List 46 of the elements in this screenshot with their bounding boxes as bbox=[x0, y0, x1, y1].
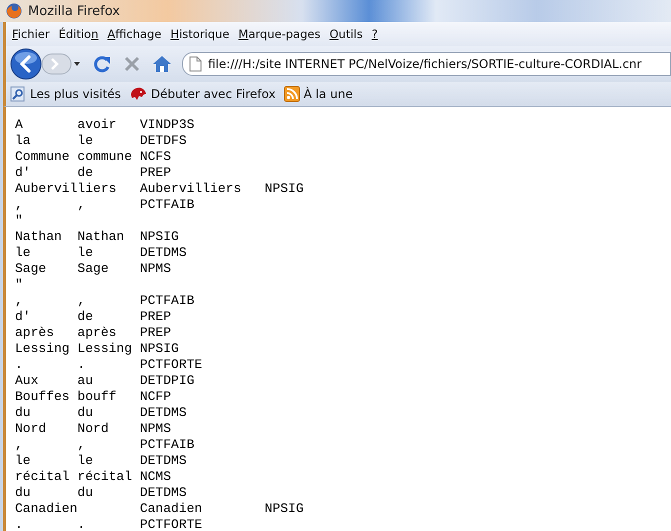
menu-item[interactable]: Affichage bbox=[107, 27, 162, 41]
text-line: Commune commune NCFS bbox=[15, 149, 172, 165]
menu-item[interactable]: Marque-pages bbox=[238, 27, 320, 41]
text-line: du du DETDMS bbox=[15, 405, 187, 421]
text-line: , , PCTFAIB bbox=[15, 437, 194, 453]
text-line: le le DETDMS bbox=[15, 453, 187, 469]
back-button[interactable] bbox=[10, 48, 42, 80]
text-line: A avoir VINDP3S bbox=[15, 117, 194, 133]
page-icon bbox=[189, 56, 202, 72]
text-line: Sage Sage NPMS bbox=[15, 261, 172, 277]
creature-icon bbox=[128, 86, 147, 102]
text-line: Aubervilliers Aubervilliers NPSIG bbox=[15, 181, 304, 197]
text-line: après après PREP bbox=[15, 325, 172, 341]
text-line: Bouffes bouff NCFP bbox=[15, 389, 172, 405]
text-line: récital récital NCMS bbox=[15, 469, 172, 485]
text-line: d' de PREP bbox=[15, 165, 172, 181]
menu-item[interactable]: Fichier bbox=[12, 27, 50, 41]
home-button[interactable] bbox=[152, 54, 172, 74]
text-line: le le DETDMS bbox=[15, 245, 187, 261]
text-line: Nathan Nathan NPSIG bbox=[15, 229, 179, 245]
bookmark-item[interactable]: Débuter avec Firefox bbox=[128, 86, 276, 102]
menu-item[interactable]: Outils bbox=[329, 27, 363, 41]
magnifier-icon bbox=[10, 86, 26, 102]
text-line: Lessing Lessing NPSIG bbox=[15, 341, 179, 357]
rss-icon bbox=[284, 86, 300, 102]
text-line: . . PCTFORTE bbox=[15, 357, 202, 373]
menu-item[interactable]: Historique bbox=[170, 27, 230, 41]
firefox-logo-icon bbox=[6, 3, 22, 19]
reload-button[interactable] bbox=[92, 54, 112, 74]
bookmark-item[interactable]: Les plus visités bbox=[10, 86, 121, 102]
text-line: Nord Nord NPMS bbox=[15, 421, 172, 437]
text-line: la le DETDFS bbox=[15, 133, 187, 149]
bookmark-item[interactable]: À la une bbox=[284, 86, 353, 102]
text-line: " bbox=[15, 213, 23, 229]
text-line: , , PCTFAIB bbox=[15, 197, 194, 213]
text-line: , , PCTFAIB bbox=[15, 293, 194, 309]
text-line: Canadien Canadien NPSIG bbox=[15, 501, 304, 517]
address-field[interactable]: file:///H:/site INTERNET PC/NelVoize/fichiers/SORTIE-culture-CORDIAL.cnr bbox=[182, 52, 671, 76]
text-line: d' de PREP bbox=[15, 309, 172, 325]
menu-item[interactable]: ? bbox=[372, 27, 378, 41]
text-line: " bbox=[15, 277, 23, 293]
menu-item[interactable]: Édition bbox=[58, 27, 98, 41]
text-line: Aux au DETDPIG bbox=[15, 373, 194, 389]
text-line: . . PCTFORTE bbox=[15, 517, 202, 531]
window-title: Mozilla Firefox bbox=[28, 4, 120, 18]
text-line: du du DETDMS bbox=[15, 485, 187, 501]
